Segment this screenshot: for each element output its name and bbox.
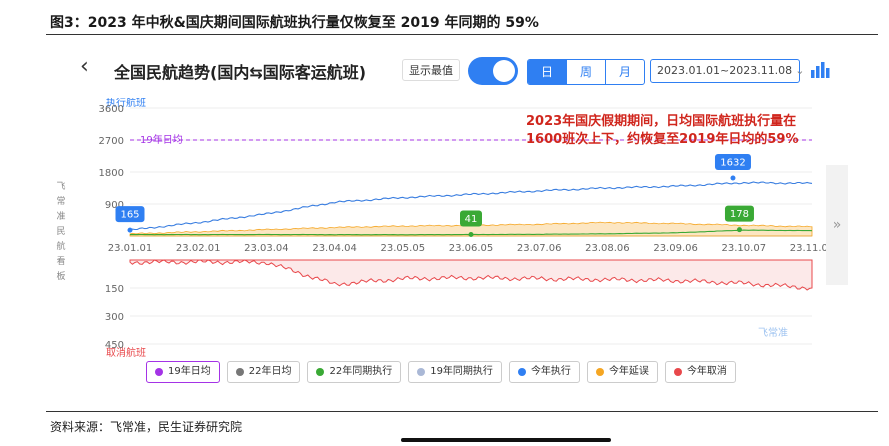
legend-dot-icon [155,368,163,376]
x-tick-label: 23.08.06 [585,243,630,254]
legend-item[interactable]: 19年同期执行 [408,361,502,383]
period-month-button[interactable]: 月 [605,60,644,84]
marker-dot [736,227,742,233]
legend-item[interactable]: 22年日均 [226,361,301,383]
legend-dot-icon [316,368,325,376]
marker-label: 178 [730,209,749,220]
toggle-knob [493,60,515,82]
legend-dot-icon [517,368,526,376]
legend-label: 今年执行 [530,366,571,377]
bottom-rule [46,411,878,412]
date-range-text: 2023.01.01~2023.11.08 [657,64,793,77]
watermark-text: 飞常准 [758,326,788,339]
x-tick-label: 23.05.05 [381,243,426,254]
home-indicator [401,438,611,442]
legend-dot-icon [235,368,244,376]
x-tick-label: 23.07.06 [517,243,562,254]
chevron-down-icon: ⌄ [795,64,805,77]
legend-dot-icon [673,368,682,376]
y-tick-label: 2700 [99,136,124,147]
chart-annotation: 2023年国庆假期期间，日均国际航班执行量在1600班次上下，约恢复至2019年… [526,114,799,147]
period-selector: 日 周 月 [527,59,645,85]
x-tick-label: 23.09.06 [653,243,698,254]
legend-label: 今年延误 [608,366,649,377]
period-week-button[interactable]: 周 [566,60,605,84]
marker-label: 1632 [720,157,745,168]
show-extremes-label: 显示最值 [402,59,460,81]
x-tick-label: 23.02.01 [176,243,221,254]
y-tick-label: 1800 [99,168,124,179]
legend-dot-icon [595,368,604,376]
legend-label: 22年同期执行 [329,366,393,377]
legend-item[interactable]: 今年延误 [586,361,658,383]
series-cancel-area [129,259,813,291]
legend-item[interactable]: 19年日均 [146,361,220,383]
period-day-button[interactable]: 日 [528,60,566,84]
show-extremes-toggle[interactable] [468,57,518,85]
legend-item[interactable]: 今年执行 [508,361,580,383]
reference-line-label: 19年日均 [140,133,183,146]
back-button[interactable]: ‹ [80,56,89,78]
marker-dot [127,227,133,233]
figure-title: 图3：2023 年中秋&国庆期间国际航班执行量仅恢复至 2019 年同期的 59… [50,15,539,31]
legend-item[interactable]: 22年同期执行 [307,361,402,383]
x-tick-label: 23.01.01 [108,243,153,254]
source-note: 资料来源：飞常准，民生证券研究院 [50,420,243,434]
app-screenshot: ‹ 全国民航趋势(国内⇆国际客运航班) 显示最值 日 周 月 2023.01.0… [46,40,878,442]
y-tick-label: 450 [105,340,124,351]
x-tick-label: 23.03.04 [244,243,289,254]
y-tick-label: 300 [105,312,124,323]
double-chevron-right-icon: » [832,217,842,233]
chart-legend: 19年日均 22年日均 22年同期执行 19年同期执行 今年执行 今年延误 今年取消 [146,361,736,383]
marker-dot [468,232,474,238]
bar-chart-icon[interactable] [810,60,830,78]
page-title: 全国民航趋势(国内⇆国际客运航班) [114,63,367,82]
x-tick-label: 23.04.04 [312,243,357,254]
chevron-left-icon: ‹ [80,54,89,79]
legend-label: 19年同期执行 [430,366,493,377]
next-page-button[interactable]: » [826,165,848,285]
legend-label: 22年日均 [248,366,292,377]
legend-dot-icon [417,368,426,376]
y-tick-label: 3600 [99,104,124,115]
x-tick-label: 23.06.05 [449,243,494,254]
top-rule [46,34,878,35]
legend-label: 19年日均 [168,366,211,377]
legend-label: 今年取消 [686,366,727,377]
x-tick-label: 23.10.07 [722,243,767,254]
marker-label: 165 [120,210,139,221]
marker-dot [730,175,736,181]
date-range-picker[interactable]: 2023.01.01~2023.11.08 ⌄ [650,59,804,83]
y-tick-label: 150 [105,284,124,295]
legend-item[interactable]: 今年取消 [664,361,736,383]
marker-label: 41 [465,214,478,225]
